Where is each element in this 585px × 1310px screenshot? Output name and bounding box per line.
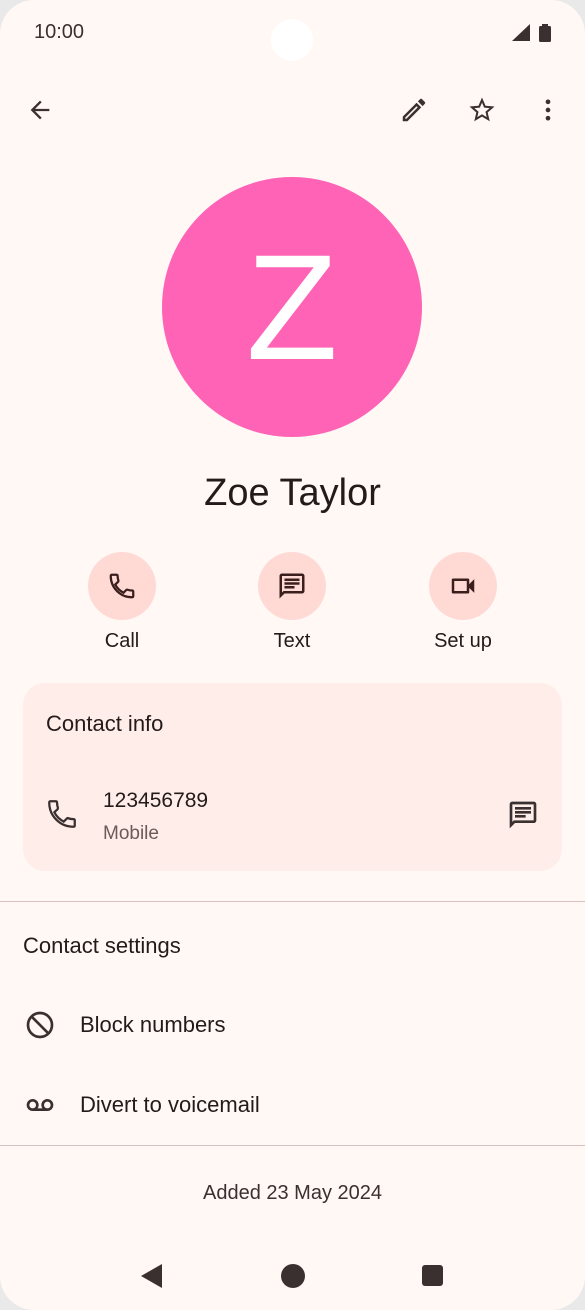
call-action-circle[interactable] xyxy=(88,552,156,620)
block-icon xyxy=(23,1008,57,1042)
more-options-button[interactable] xyxy=(524,86,572,134)
edit-button[interactable] xyxy=(390,86,438,134)
send-message-button[interactable] xyxy=(499,791,547,839)
text-action-circle[interactable] xyxy=(258,552,326,620)
divert-voicemail-row[interactable]: Divert to voicemail xyxy=(0,1073,585,1137)
avatar-initial: Z xyxy=(246,223,338,391)
nav-recents-icon[interactable] xyxy=(422,1265,443,1286)
nav-back-icon[interactable] xyxy=(138,1262,164,1295)
divert-voicemail-label: Divert to voicemail xyxy=(80,1092,260,1117)
video-setup-action-button[interactable]: Set up xyxy=(403,552,523,653)
call-action-button[interactable]: Call xyxy=(62,552,182,653)
status-time: 10:00 xyxy=(34,21,85,43)
favorite-button[interactable] xyxy=(458,86,506,134)
contact-details-screen: 10:00 Z Zoe Taylor Call Text Set up Cont… xyxy=(0,0,585,1310)
video-action-circle[interactable] xyxy=(429,552,497,620)
call-action-label: Call xyxy=(104,630,140,652)
block-numbers-label: Block numbers xyxy=(80,1012,226,1037)
phone-type-label: Mobile xyxy=(103,823,159,844)
pencil-icon xyxy=(402,98,426,122)
section-divider xyxy=(0,901,585,902)
message-icon xyxy=(509,801,537,829)
contact-settings-title: Contact settings xyxy=(23,933,181,958)
contact-info-card: Contact info 123456789 Mobile xyxy=(23,683,562,871)
contact-avatar[interactable]: Z xyxy=(162,177,422,437)
text-action-button[interactable]: Text xyxy=(232,552,352,653)
video-action-label: Set up xyxy=(434,630,492,652)
battery-icon xyxy=(538,24,552,47)
nav-home-icon[interactable] xyxy=(281,1264,305,1288)
contact-info-title: Contact info xyxy=(46,711,164,736)
message-icon xyxy=(279,573,305,599)
back-button[interactable] xyxy=(16,86,64,134)
phone-number[interactable]: 123456789 xyxy=(103,789,208,813)
footer-divider xyxy=(0,1145,585,1146)
signal-icon xyxy=(511,24,531,47)
phone-icon xyxy=(45,797,79,836)
block-numbers-row[interactable]: Block numbers xyxy=(0,993,585,1057)
phone-icon xyxy=(109,573,135,599)
camera-cutout xyxy=(271,19,313,61)
video-icon xyxy=(451,578,475,594)
voicemail-icon xyxy=(23,1088,57,1122)
more-vert-icon xyxy=(545,99,551,121)
added-date: Added 23 May 2024 xyxy=(202,1182,383,1204)
star-outline-icon xyxy=(469,97,495,122)
arrow-back-icon xyxy=(30,100,50,120)
text-action-label: Text xyxy=(273,630,311,652)
contact-name: Zoe Taylor xyxy=(204,472,381,514)
